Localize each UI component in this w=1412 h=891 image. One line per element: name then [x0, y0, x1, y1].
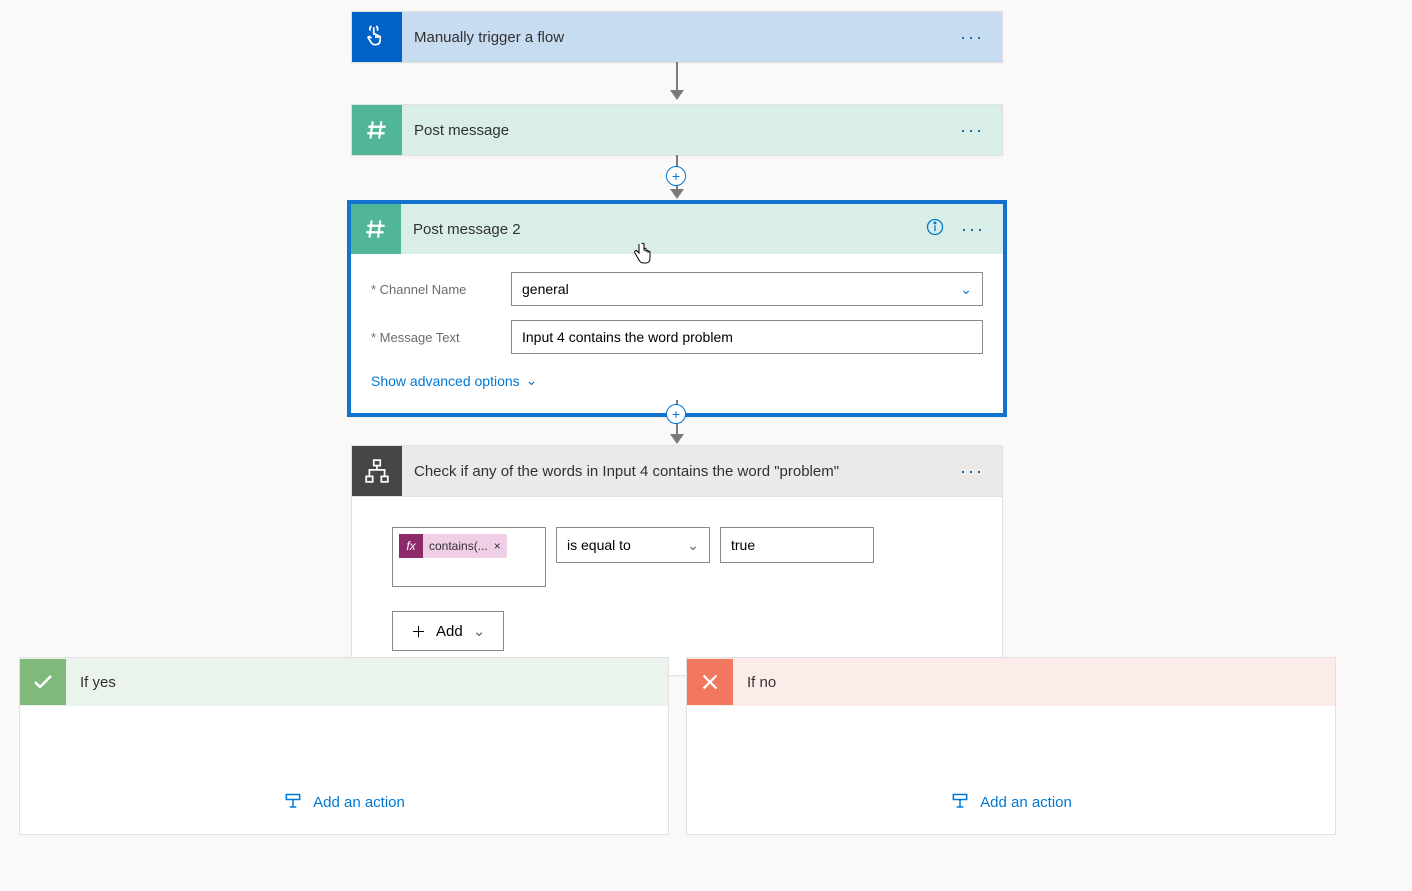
post-message-menu[interactable]: ···: [956, 116, 988, 145]
condition-title: Check if any of the words in Input 4 con…: [402, 463, 956, 480]
add-action-no[interactable]: Add an action: [950, 792, 1072, 812]
post-message-2-card[interactable]: Post message 2 ··· * Channel Name genera…: [347, 200, 1007, 417]
show-advanced-options-link[interactable]: Show advanced options ⌄: [371, 368, 537, 393]
insert-step-button[interactable]: +: [666, 166, 686, 186]
if-no-title: If no: [733, 674, 776, 691]
expression-text: contains(...: [429, 539, 488, 553]
message-text-value: Input 4 contains the word problem: [522, 329, 733, 345]
if-yes-title: If yes: [66, 674, 116, 691]
manual-trigger-icon: [352, 12, 402, 62]
channel-name-value: general: [522, 281, 569, 297]
if-no-header[interactable]: If no: [687, 658, 1335, 706]
flow-canvas: Manually trigger a flow ··· Post message…: [0, 0, 1412, 891]
remove-token-button[interactable]: ×: [494, 539, 501, 553]
condition-left-operand[interactable]: fx contains(... ×: [392, 527, 546, 587]
condition-card[interactable]: Check if any of the words in Input 4 con…: [351, 445, 1003, 676]
hash-icon: [351, 204, 401, 254]
info-icon[interactable]: [925, 217, 945, 242]
if-no-branch: If no Add an action: [686, 657, 1336, 835]
trigger-card[interactable]: Manually trigger a flow ···: [351, 11, 1003, 63]
trigger-menu[interactable]: ···: [956, 23, 988, 52]
plus-icon: ＋: [411, 621, 426, 642]
operator-value: is equal to: [567, 537, 631, 553]
hash-icon: [352, 105, 402, 155]
connector-line: [676, 62, 678, 90]
condition-icon: [352, 446, 402, 496]
fx-icon: fx: [399, 534, 423, 558]
post-message-card[interactable]: Post message ···: [351, 104, 1003, 156]
arrow-icon: [670, 434, 684, 444]
post-message-title: Post message: [402, 122, 956, 139]
message-text-input[interactable]: Input 4 contains the word problem: [511, 320, 983, 354]
add-action-label: Add an action: [980, 794, 1072, 811]
check-icon: [20, 659, 66, 705]
message-text-label: * Message Text: [371, 330, 511, 345]
channel-name-select[interactable]: general ⌄: [511, 272, 983, 306]
if-yes-branch: If yes Add an action: [19, 657, 669, 835]
advanced-label: Show advanced options: [371, 373, 520, 389]
insert-step-button[interactable]: +: [666, 404, 686, 424]
channel-name-label: * Channel Name: [371, 282, 511, 297]
expression-token[interactable]: fx contains(... ×: [399, 534, 507, 558]
post-message-2-title: Post message 2: [401, 221, 925, 238]
add-action-yes[interactable]: Add an action: [283, 792, 405, 812]
cross-icon: [687, 659, 733, 705]
add-action-icon: [283, 792, 303, 812]
add-action-icon: [950, 792, 970, 812]
add-action-label: Add an action: [313, 794, 405, 811]
post-message-2-menu[interactable]: ···: [957, 215, 989, 244]
right-operand-value: true: [731, 537, 755, 553]
chevron-down-icon: ⌄: [687, 537, 699, 554]
trigger-title: Manually trigger a flow: [402, 29, 956, 46]
add-condition-button[interactable]: ＋ Add ⌄: [392, 611, 504, 651]
arrow-icon: [670, 189, 684, 199]
arrow-icon: [670, 90, 684, 100]
condition-operator-select[interactable]: is equal to ⌄: [556, 527, 710, 563]
if-yes-header[interactable]: If yes: [20, 658, 668, 706]
chevron-down-icon: ⌄: [960, 281, 972, 298]
condition-menu[interactable]: ···: [956, 457, 988, 486]
add-label: Add: [436, 623, 463, 640]
chevron-down-icon: ⌄: [473, 622, 486, 640]
chevron-down-icon: ⌄: [526, 372, 538, 389]
condition-right-operand[interactable]: true: [720, 527, 874, 563]
